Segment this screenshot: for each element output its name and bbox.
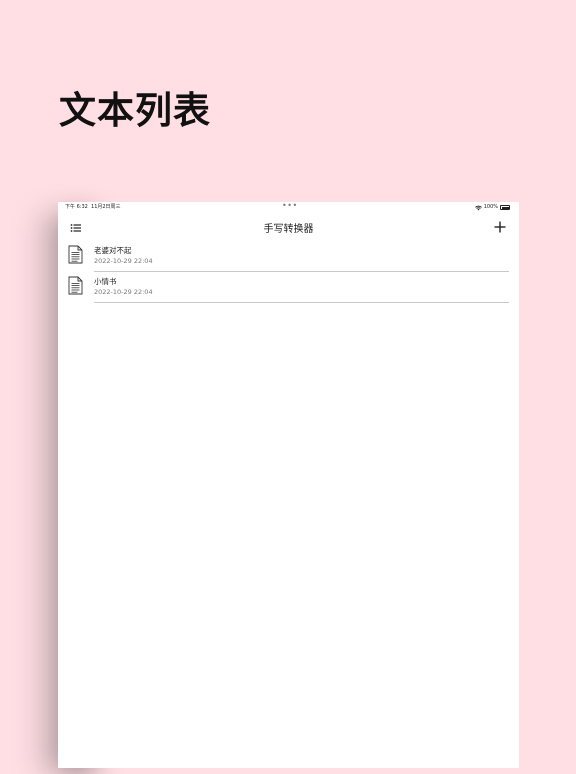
multitasking-dots[interactable]: ••• bbox=[282, 202, 298, 211]
battery-icon bbox=[500, 205, 510, 210]
device-screen: 下午 6:32 11月2日周三 ••• 100% 手写转换器 老婆对不起 202… bbox=[58, 202, 519, 768]
status-bar: 下午 6:32 11月2日周三 ••• 100% bbox=[58, 202, 519, 213]
document-list: 老婆对不起 2022-10-29 22:04 小情书 2022-10-29 22… bbox=[58, 242, 519, 304]
document-title: 老婆对不起 bbox=[94, 246, 132, 255]
status-time: 下午 6:32 11月2日周三 bbox=[65, 202, 121, 213]
nav-title: 手写转换器 bbox=[263, 224, 314, 235]
status-indicators: 100% bbox=[474, 202, 510, 213]
document-icon bbox=[68, 245, 83, 264]
list-item[interactable]: 老婆对不起 2022-10-29 22:04 bbox=[58, 242, 519, 273]
document-date: 2022-10-29 22:04 bbox=[94, 257, 153, 265]
status-clock: 下午 6:32 bbox=[65, 204, 88, 210]
wifi-icon bbox=[474, 205, 482, 210]
row-divider bbox=[94, 302, 509, 303]
list-item[interactable]: 小情书 2022-10-29 22:04 bbox=[58, 273, 519, 304]
hero-title: 文本列表 bbox=[59, 89, 211, 132]
status-date: 11月2日周三 bbox=[91, 204, 121, 210]
row-divider bbox=[94, 271, 509, 272]
document-icon bbox=[68, 276, 83, 295]
document-date: 2022-10-29 22:04 bbox=[94, 288, 153, 296]
plus-icon[interactable] bbox=[493, 220, 507, 234]
battery-percent: 100% bbox=[483, 204, 498, 210]
document-title: 小情书 bbox=[94, 277, 117, 286]
navigation-bar: 手写转换器 bbox=[58, 214, 519, 240]
